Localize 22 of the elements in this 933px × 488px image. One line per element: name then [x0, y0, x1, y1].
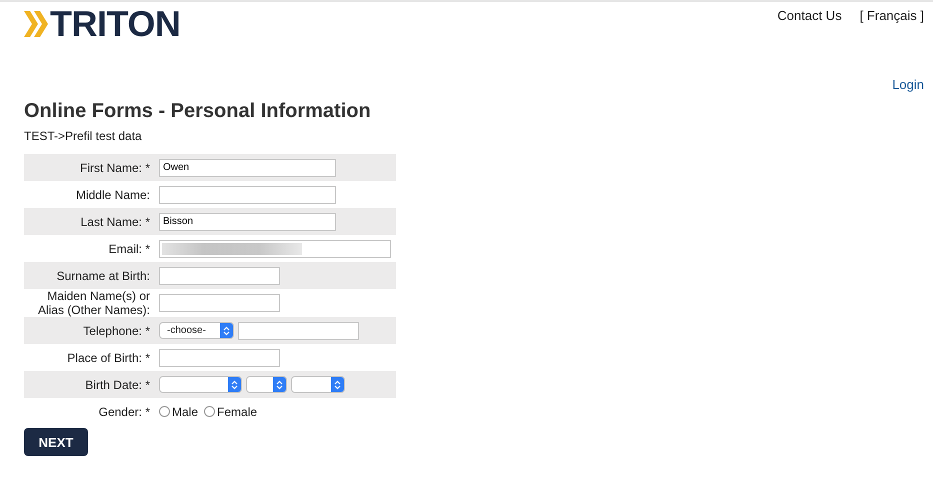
login-link[interactable]: Login	[892, 77, 924, 92]
field-label: Last Name: *	[80, 214, 151, 228]
field-label: Place of Birth: *	[66, 350, 151, 364]
radio-option[interactable]: Male	[159, 404, 198, 418]
page-title: Online Forms - Personal Information	[24, 100, 372, 123]
field-label: Birth Date: *	[84, 378, 151, 392]
language-link[interactable]: [ Français ]	[860, 8, 924, 23]
field-label: Telephone: *	[82, 324, 151, 338]
field-label: Gender: *	[98, 404, 151, 418]
field-label: Maiden Name(s) or Alias (Other Names):	[36, 289, 151, 317]
field-label: Middle Name:	[74, 188, 151, 202]
text-field[interactable]: Bisson	[159, 212, 336, 230]
field-label: Surname at Birth:	[56, 268, 151, 282]
next-button[interactable]: NEXT	[24, 428, 88, 456]
field-label: First Name: *	[78, 160, 151, 174]
field-label: Email: *	[108, 242, 151, 256]
select-field[interactable]: -choose-	[159, 322, 234, 339]
logo[interactable]: TRITON	[24, 7, 180, 41]
radio-option[interactable]: Female	[204, 404, 258, 418]
text-field[interactable]: Owen	[159, 158, 336, 176]
subtitle: TEST->Prefil test data	[24, 129, 143, 143]
contact-link[interactable]: Contact Us	[777, 8, 842, 23]
